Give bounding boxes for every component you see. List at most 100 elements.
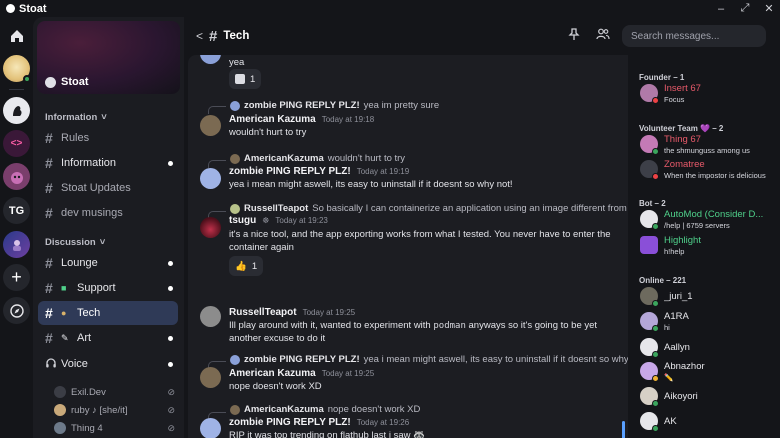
author-name[interactable]: RussellTeapot	[229, 307, 297, 318]
minimize-button[interactable]: –	[714, 3, 728, 15]
app-logo: Stoat	[0, 3, 47, 15]
member-item[interactable]: AutoMod (Consider D... /help | 6759 serv…	[640, 208, 780, 232]
message-list[interactable]: yea 1 zombie PING REPLY PLZ! yea im pret…	[188, 55, 628, 438]
hash-icon: #	[45, 305, 53, 321]
author-name[interactable]: American Kazuma	[229, 114, 316, 125]
server-stoat[interactable]	[3, 97, 30, 124]
channel-support[interactable]: # ■ Support	[38, 276, 178, 300]
voice-user[interactable]: ruby ♪ [she/it] ⊘	[54, 401, 179, 419]
dnd-status-icon	[652, 97, 659, 104]
server-creature[interactable]	[3, 163, 30, 190]
author-avatar[interactable]	[200, 306, 221, 327]
server-tg[interactable]: TG	[3, 197, 30, 224]
dnd-status-icon	[652, 173, 659, 180]
channel-information[interactable]: # Information	[38, 151, 178, 175]
reaction-chip[interactable]: 1	[229, 69, 262, 89]
author-avatar[interactable]	[200, 367, 221, 388]
discover-button[interactable]	[3, 297, 30, 324]
author-name[interactable]: zombie PING REPLY PLZ!	[229, 417, 351, 428]
channel-label: dev musings	[61, 207, 123, 219]
member-item[interactable]: Insert 67 Focus	[640, 82, 780, 106]
author-name[interactable]: American Kazuma	[229, 368, 316, 379]
member-item[interactable]: Aallyn	[640, 336, 780, 360]
voice-user[interactable]: Exil.Dev ⊘	[54, 383, 179, 401]
member-item[interactable]: Highlight h!help	[640, 234, 780, 258]
member-item[interactable]: Zomatree When the impostor is delicious	[640, 158, 780, 182]
author-avatar[interactable]	[200, 418, 221, 438]
unread-indicator	[168, 335, 173, 341]
server-banner[interactable]: Stoat	[37, 21, 180, 94]
back-chevron-icon[interactable]: <	[196, 29, 203, 43]
channel-lounge[interactable]: # Lounge	[38, 251, 178, 275]
member-item[interactable]: Thing 67 the shmunguss among us	[640, 133, 780, 157]
stoat-logo-icon	[6, 4, 15, 13]
channel-label: Lounge	[61, 257, 98, 269]
server-header: Stoat	[45, 76, 89, 88]
category-information[interactable]: Information ˅	[45, 112, 107, 123]
author-name[interactable]: tsugu	[229, 215, 256, 226]
member-item[interactable]: AK	[640, 410, 780, 434]
app-title: Stoat	[19, 2, 47, 15]
author-name[interactable]: zombie PING REPLY PLZ!	[229, 166, 351, 177]
plus-icon: +	[11, 267, 22, 287]
channel-voice[interactable]: Voice	[38, 352, 178, 376]
channel-tech[interactable]: # ● Tech	[38, 301, 178, 325]
hash-icon: #	[45, 205, 53, 221]
reply-preview[interactable]: AmericanKazuma nope doesn't work XD	[230, 404, 420, 415]
voice-user[interactable]: Thing 4 ⊘	[54, 419, 179, 437]
server-code[interactable]: <>	[3, 130, 30, 157]
user-avatar[interactable]	[3, 55, 31, 83]
category-discussion[interactable]: Discussion ˅	[45, 237, 105, 248]
search-input[interactable]: Search messages...	[622, 25, 766, 47]
channel-stoat-updates[interactable]: # Stoat Updates	[38, 176, 178, 200]
reply-avatar	[230, 203, 240, 214]
home-icon[interactable]	[3, 22, 30, 49]
chevron-down-icon: ˅	[101, 112, 107, 123]
member-name: AK	[664, 416, 677, 427]
maximize-button[interactable]: ⤢	[738, 2, 752, 15]
server-anime[interactable]	[3, 231, 30, 258]
channel-dev-musings[interactable]: # dev musings	[38, 201, 178, 225]
channel-label: Rules	[61, 132, 90, 144]
channel-art[interactable]: # ✎ Art	[38, 326, 178, 350]
reply-author: AmericanKazuma	[244, 153, 324, 164]
channel-rules[interactable]: # Rules	[38, 126, 178, 150]
members-icon[interactable]	[595, 28, 611, 44]
author-avatar[interactable]	[200, 217, 221, 238]
reply-text: So basically I can containerize an appli…	[312, 203, 628, 214]
add-server-button[interactable]: +	[3, 264, 30, 291]
scrollbar-thumb[interactable]	[622, 421, 625, 438]
member-status-text: the shmunguss among us	[664, 146, 750, 155]
online-status-icon	[652, 400, 659, 407]
server-icon	[45, 76, 56, 88]
member-name: Aallyn	[664, 342, 690, 353]
member-item[interactable]: Aikoyori	[640, 385, 780, 409]
reply-preview[interactable]: zombie PING REPLY PLZ! yea i mean might …	[230, 354, 628, 365]
channel-header: < # Tech	[184, 17, 628, 55]
channel-label: Support	[77, 282, 116, 294]
member-group-bot: Bot – 2	[639, 199, 666, 208]
reply-avatar	[230, 153, 240, 164]
author-avatar[interactable]	[200, 55, 221, 64]
reply-author: zombie PING REPLY PLZ!	[244, 100, 360, 111]
message-header: zombie PING REPLY PLZ! Today at 19:19	[229, 166, 409, 177]
member-item[interactable]: Abnazhor ✏️	[640, 360, 780, 384]
author-avatar[interactable]	[200, 115, 221, 136]
hash-icon: #	[45, 255, 53, 271]
pin-icon[interactable]	[566, 28, 582, 44]
member-name: Highlight	[664, 235, 701, 246]
message-text: nope doesn't work XD	[229, 381, 322, 392]
reply-preview[interactable]: AmericanKazuma wouldn't hurt to try	[230, 153, 405, 164]
member-item[interactable]: _juri_1	[640, 285, 780, 309]
voice-user-avatar	[54, 386, 66, 398]
member-item[interactable]: A1RA hi	[640, 310, 780, 334]
close-button[interactable]: ✕	[762, 2, 776, 15]
author-avatar[interactable]	[200, 168, 221, 189]
reaction-chip[interactable]: 👍 1	[229, 256, 264, 276]
reply-text: nope doesn't work XD	[327, 404, 421, 415]
message-header: RussellTeapot Today at 19:25	[229, 307, 355, 318]
tech-emoji-icon: ●	[61, 308, 67, 318]
reply-preview[interactable]: zombie PING REPLY PLZ! yea im pretty sur…	[230, 100, 439, 111]
reply-preview[interactable]: RussellTeapot So basically I can contain…	[230, 203, 628, 214]
hash-icon: #	[45, 155, 53, 171]
